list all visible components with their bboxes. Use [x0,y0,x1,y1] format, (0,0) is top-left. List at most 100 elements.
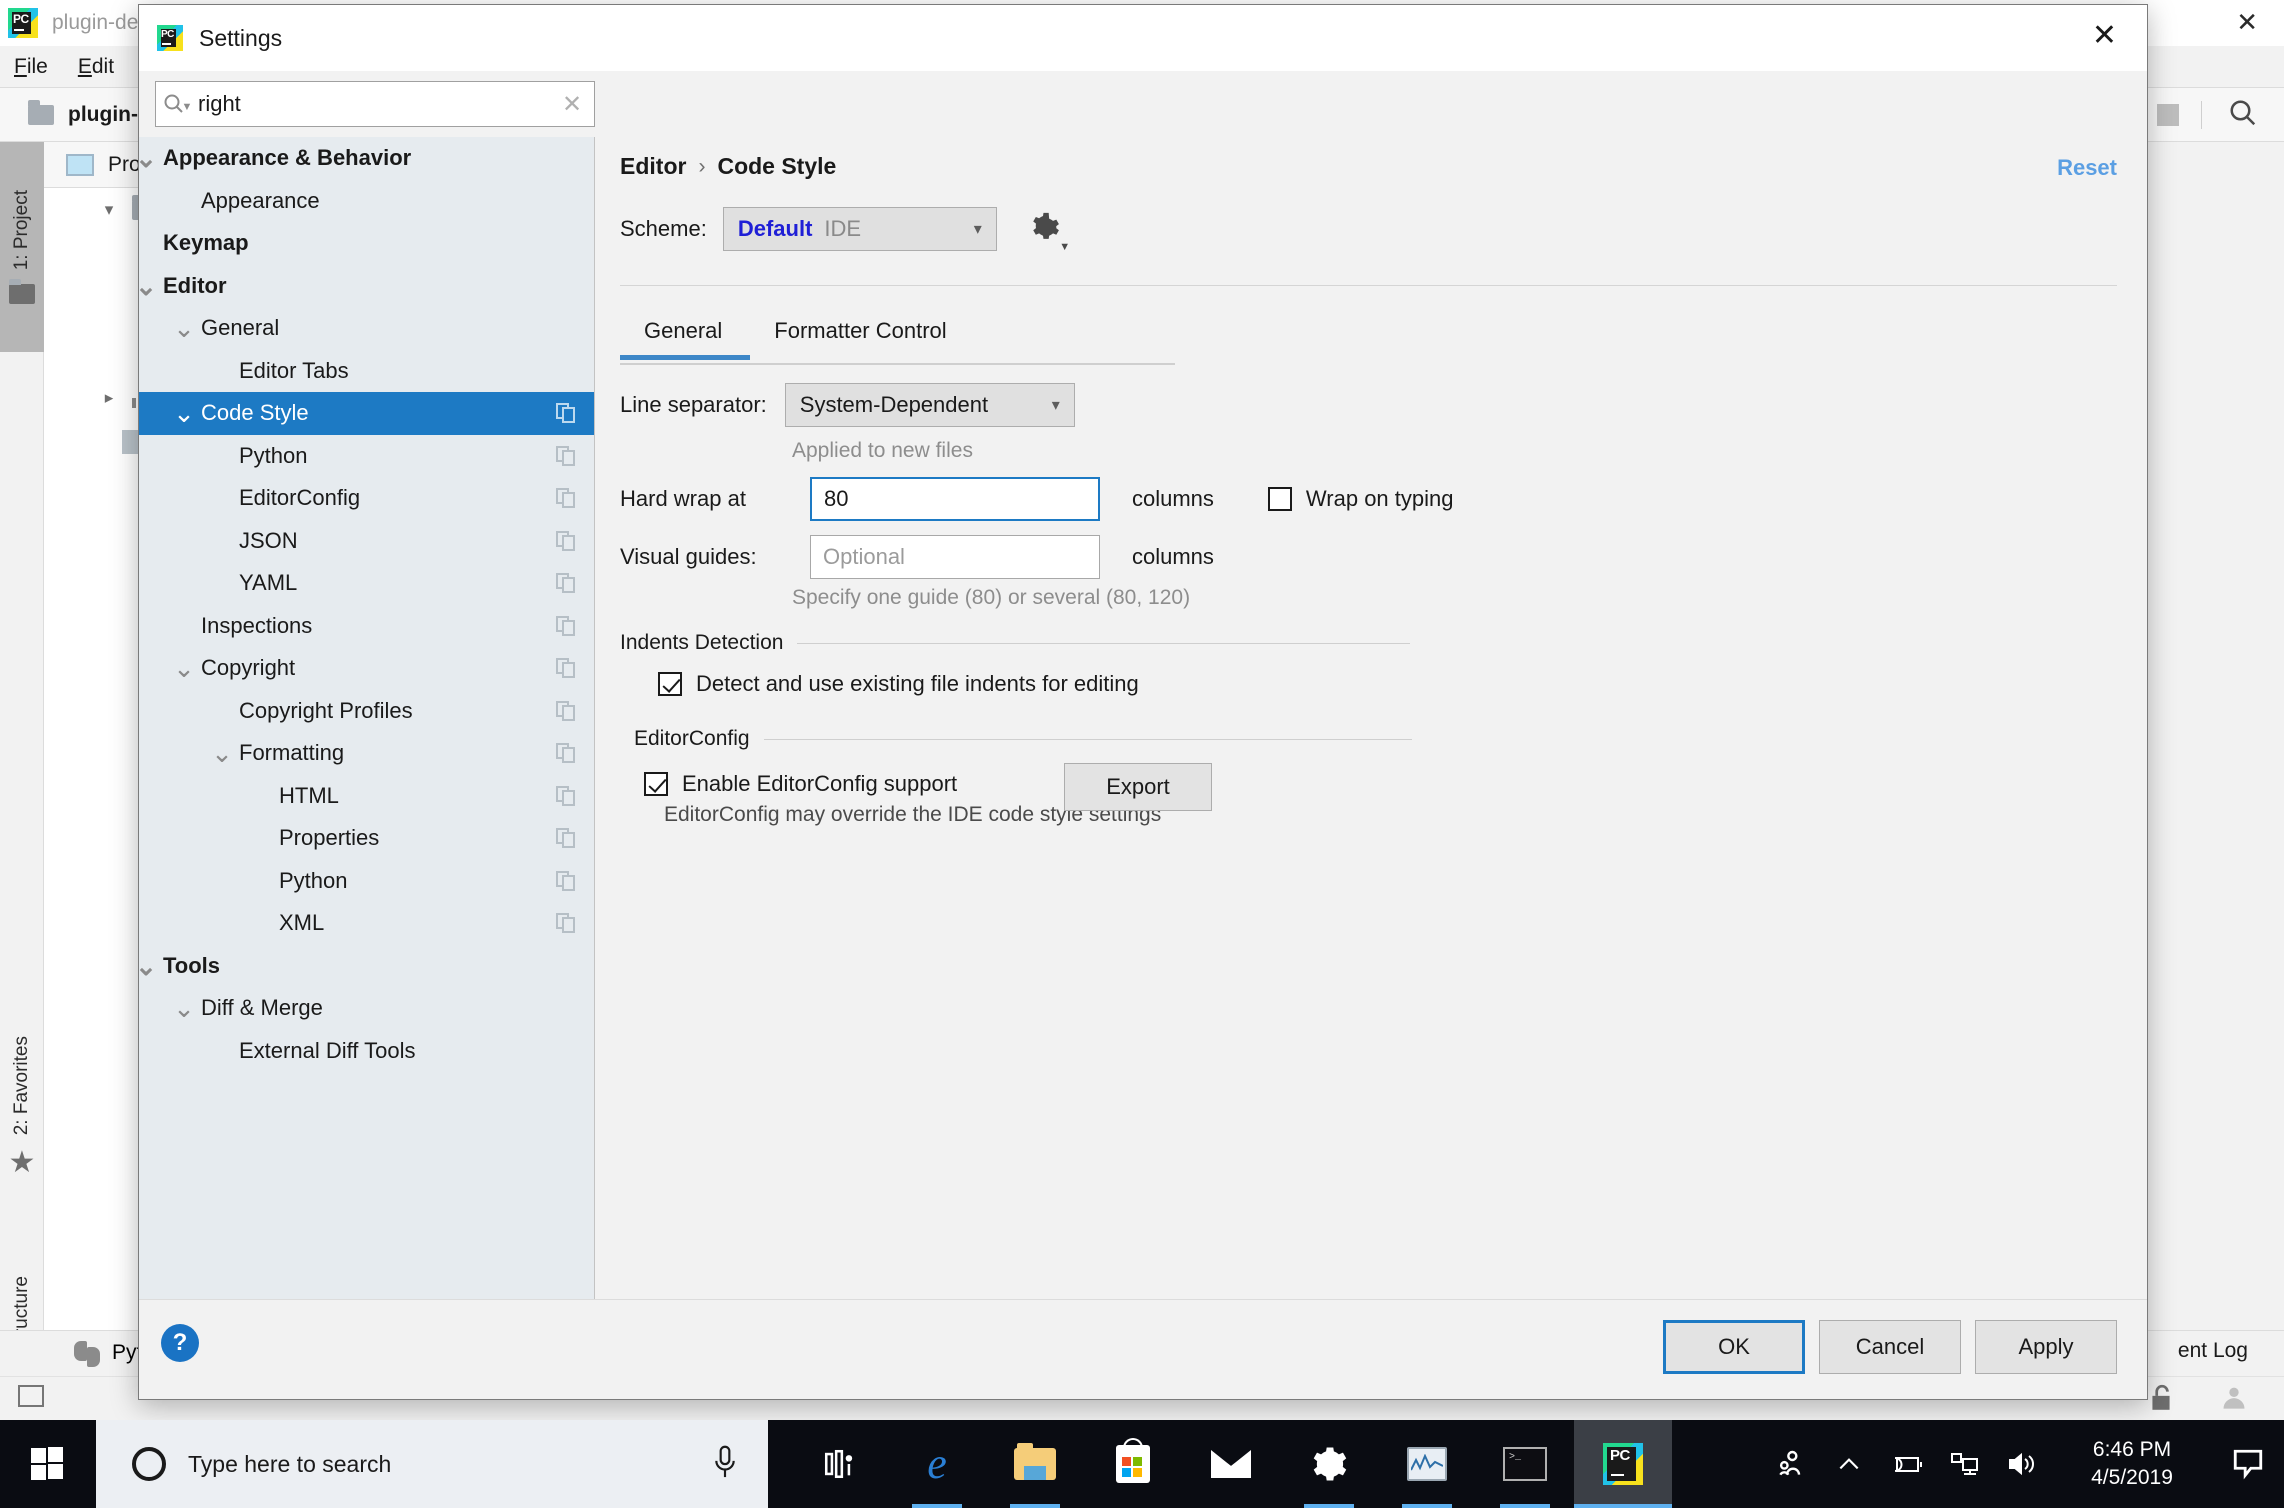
settings-tree-item[interactable]: Copyright Profiles [139,690,594,733]
clear-search-icon[interactable]: ✕ [550,90,594,119]
volume-icon[interactable] [1994,1451,2052,1477]
settings-gear-icon[interactable] [1280,1420,1378,1508]
settings-tree-item[interactable]: Appearance [139,180,594,223]
export-button[interactable]: Export [1064,763,1212,811]
dialog-titlebar: PC Settings ✕ [139,5,2147,71]
task-view-icon[interactable] [790,1420,888,1508]
sidebar-item-project[interactable]: 1: Project [0,142,44,352]
menu-edit[interactable]: Edit [78,55,114,79]
copy-scheme-icon[interactable] [556,403,576,424]
settings-tree-item[interactable]: EditorConfig [139,477,594,520]
copy-scheme-icon[interactable] [556,913,576,934]
chevron-down-icon[interactable]: ⌄ [169,315,199,341]
person-icon[interactable] [2220,1383,2248,1416]
cancel-button[interactable]: Cancel [1819,1320,1961,1374]
settings-tree-item[interactable]: ⌄Appearance & Behavior [139,137,594,180]
chevron-down-icon[interactable]: ⌄ [139,953,161,979]
file-explorer-icon[interactable] [986,1420,1084,1508]
chevron-down-icon: ▾ [104,200,114,219]
help-button[interactable]: ? [161,1324,199,1362]
ok-button[interactable]: OK [1663,1320,1805,1374]
copy-scheme-icon[interactable] [556,615,576,637]
pycharm-icon[interactable]: PC [1574,1420,1672,1508]
clock[interactable]: 6:46 PM 4/5/2019 [2052,1436,2212,1492]
copy-scheme-icon[interactable] [556,658,576,679]
settings-tree-item[interactable]: ⌄Editor [139,265,594,308]
settings-tree-item[interactable]: ⌄ Diff & Merge [139,987,594,1030]
edge-icon[interactable]: e [888,1420,986,1508]
copy-scheme-icon[interactable] [556,870,576,892]
scheme-settings-gear-icon[interactable]: ▼ [1029,210,1078,253]
chevron-down-icon[interactable]: ⌄ [139,145,161,171]
search-everywhere-icon[interactable] [2228,98,2258,133]
taskbar-search[interactable]: Type here to search [96,1420,768,1508]
stop-icon[interactable] [2157,104,2179,126]
settings-tree-item[interactable]: Inspections [139,605,594,648]
settings-tree-item[interactable]: HTML [139,775,594,818]
chevron-down-icon[interactable]: ⌄ [207,740,237,766]
settings-tree-item[interactable]: Properties [139,817,594,860]
settings-tree-item[interactable]: JSON [139,520,594,563]
show-hidden-icons-chevron-up-icon[interactable] [1820,1451,1878,1477]
mail-icon[interactable] [1182,1420,1280,1508]
copy-scheme-icon[interactable] [556,743,576,764]
line-separator-dropdown[interactable]: System-Dependent ▾ [784,383,1075,427]
terminal-toggle-icon[interactable] [18,1385,44,1407]
people-icon[interactable] [1762,1448,1820,1480]
search-input[interactable] [198,91,550,117]
menu-file[interactable]: File [14,55,48,79]
chevron-down-icon[interactable]: ⌄ [139,273,161,299]
terminal-icon[interactable]: >_ [1476,1420,1574,1508]
copy-scheme-icon[interactable] [556,573,576,594]
settings-tree-item[interactable]: XML [139,902,594,945]
settings-tree-item-label: General [201,315,280,341]
tab-formatter-control[interactable]: Formatter Control [750,312,974,360]
copy-scheme-icon[interactable] [556,828,576,849]
lock-icon[interactable] [2148,1383,2174,1418]
star-icon: ★ [8,1145,36,1179]
hard-wrap-input[interactable] [810,477,1100,521]
settings-tree-item[interactable]: ⌄Tools [139,945,594,988]
chevron-down-icon[interactable]: ⌄ [169,995,199,1021]
settings-tree-item[interactable]: ⌄ Code Style [139,392,594,435]
start-button[interactable] [0,1420,96,1508]
settings-tree-item[interactable]: Python [139,435,594,478]
enable-editorconfig-checkbox[interactable]: Enable EditorConfig support [644,771,957,797]
visual-guides-input[interactable] [810,535,1100,579]
settings-tree-item[interactable]: Python [139,860,594,903]
settings-tree-item[interactable]: ⌄ General [139,307,594,350]
settings-tree-item[interactable]: Keymap [139,222,594,265]
wrap-on-typing-checkbox[interactable]: Wrap on typing [1267,486,1454,512]
tab-general[interactable]: General [620,312,751,360]
network-icon[interactable] [1936,1451,1994,1477]
scheme-dropdown[interactable]: Default IDE ▾ [722,207,997,251]
battery-icon[interactable] [1878,1452,1936,1476]
settings-tree-item[interactable]: Editor Tabs [139,350,594,393]
reset-link[interactable]: Reset [2057,155,2117,181]
copy-scheme-icon[interactable] [556,445,576,467]
copy-scheme-icon[interactable] [556,530,576,552]
chevron-down-icon[interactable]: ⌄ [169,655,199,681]
ide-close-icon[interactable]: ✕ [2236,8,2258,36]
task-manager-icon[interactable] [1378,1420,1476,1508]
copy-scheme-icon[interactable] [556,488,576,509]
settings-tree-item[interactable]: YAML [139,562,594,605]
sidebar-item-favorites[interactable]: 2: Favorites ★ [0,992,44,1222]
breadcrumb-parent[interactable]: Editor [620,153,686,180]
copy-scheme-icon[interactable] [556,785,576,807]
microphone-icon[interactable] [712,1444,738,1487]
settings-tree-item[interactable]: External Diff Tools [139,1030,594,1073]
detect-indents-checkbox[interactable]: Detect and use existing file indents for… [658,671,1139,697]
microsoft-store-icon[interactable] [1084,1420,1182,1508]
chevron-down-icon[interactable]: ⌄ [169,400,199,426]
settings-tree-item[interactable]: ⌄ Formatting [139,732,594,775]
settings-content: Editor › Code Style Reset Scheme: Defaul… [596,137,2147,1299]
folder-icon [28,99,54,125]
settings-tree-item[interactable]: ⌄ Copyright [139,647,594,690]
notifications-icon[interactable] [2212,1447,2284,1481]
event-log-label[interactable]: ent Log [2178,1339,2248,1363]
copy-scheme-icon[interactable] [556,700,576,722]
apply-button[interactable]: Apply [1975,1320,2117,1374]
close-icon[interactable]: ✕ [2092,19,2117,53]
settings-tree-item-label: External Diff Tools [239,1037,416,1063]
